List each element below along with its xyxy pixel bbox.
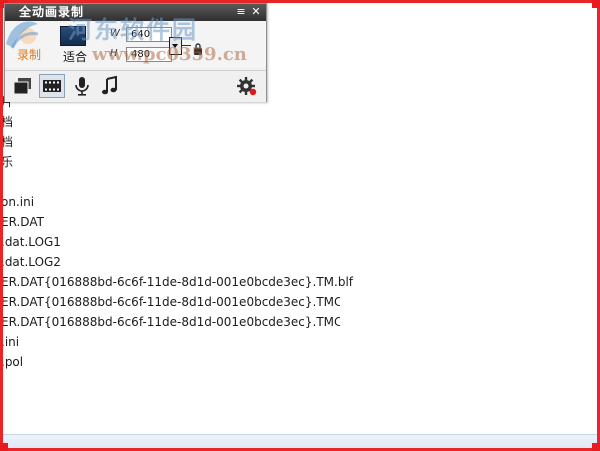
settings-gear-icon[interactable] <box>234 74 260 98</box>
resize-handle-bottom-right[interactable] <box>592 443 600 451</box>
file-item[interactable]: on.ini <box>1 192 34 212</box>
file-item[interactable]: ER.DAT{016888bd-6c6f-11de-8d1d-001e0bcde… <box>1 312 388 332</box>
file-item[interactable]: .pol <box>1 352 23 372</box>
watermark-logo-icon <box>6 21 39 49</box>
file-item[interactable]: ER.DAT{016888bd-6c6f-11de-8d1d-001e0bcde… <box>1 272 353 292</box>
file-item[interactable]: .dat.LOG1 <box>1 232 61 252</box>
watermark-text: 河东软件园 <box>68 15 198 44</box>
film-icon[interactable] <box>39 74 65 98</box>
microphone-icon[interactable] <box>69 74 95 98</box>
music-note-icon[interactable] <box>97 74 123 98</box>
file-item[interactable]: ER.DAT <box>1 212 44 232</box>
tool-bar <box>5 70 266 102</box>
file-item[interactable]: ER.DAT{016888bd-6c6f-11de-8d1d-001e0bcde… <box>1 292 388 312</box>
screen: 片 档 档 乐 on.ini ER.DAT .dat.LOG1 .dat.LOG… <box>0 0 600 451</box>
close-icon[interactable]: ✕ <box>250 6 262 18</box>
resize-handle-top-right[interactable] <box>592 0 600 8</box>
menu-icon[interactable]: ≡ <box>235 6 247 18</box>
status-strip <box>3 434 597 449</box>
watermark-url: www.pc0359.cn <box>92 44 247 65</box>
file-item[interactable]: .dat.LOG2 <box>1 252 61 272</box>
resize-handle-bottom-left[interactable] <box>0 443 8 451</box>
fit-label[interactable]: 适合 <box>63 48 87 65</box>
clipped-overlay <box>340 292 540 362</box>
file-item[interactable]: .ini <box>1 332 19 352</box>
window-capture-icon[interactable] <box>10 74 36 98</box>
recording-border-left <box>0 0 3 451</box>
